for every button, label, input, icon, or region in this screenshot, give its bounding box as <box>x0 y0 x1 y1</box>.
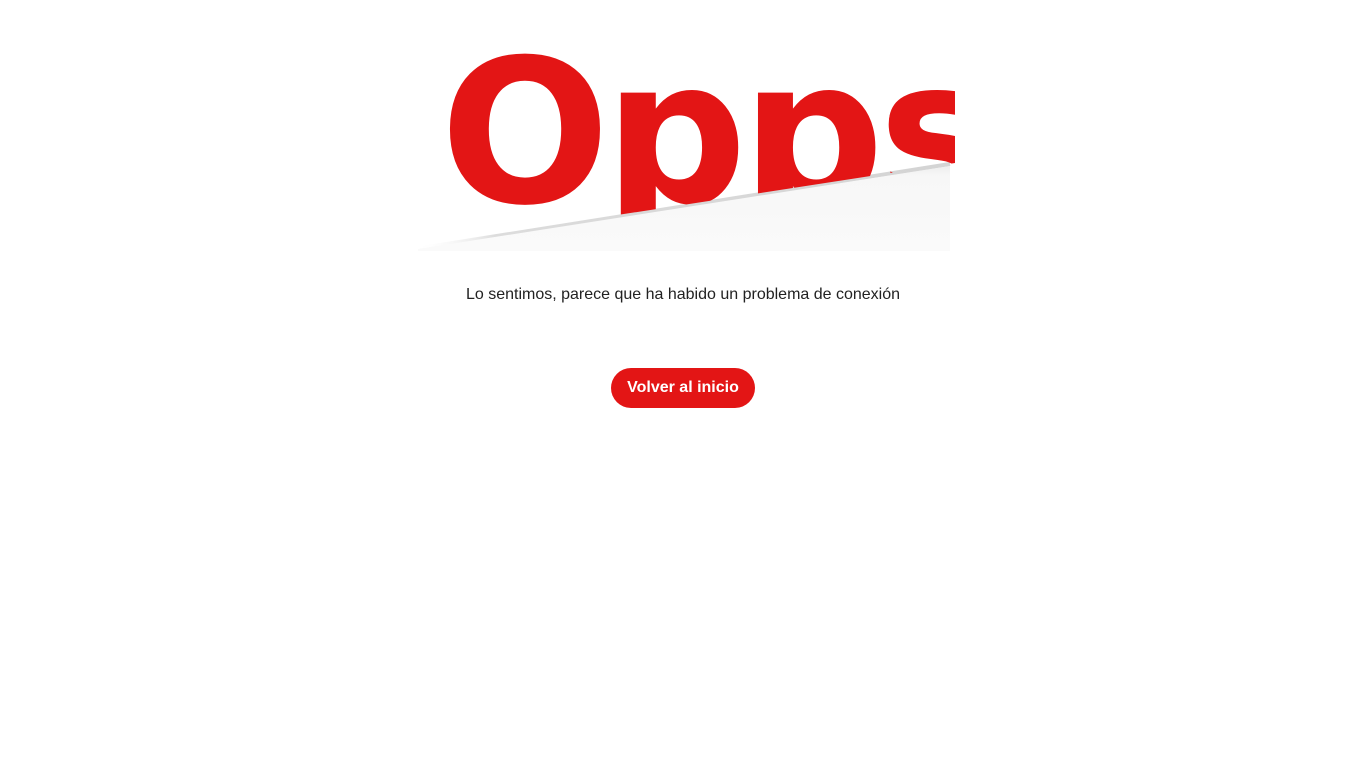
opps-illustration: Opps <box>410 30 955 255</box>
error-page: Opps Lo sentimos, parece que ha habido u… <box>0 0 1366 768</box>
connection-error-message: Lo sentimos, parece que ha habido un pro… <box>465 286 901 303</box>
back-to-home-button[interactable]: Volver al inicio <box>611 368 755 408</box>
